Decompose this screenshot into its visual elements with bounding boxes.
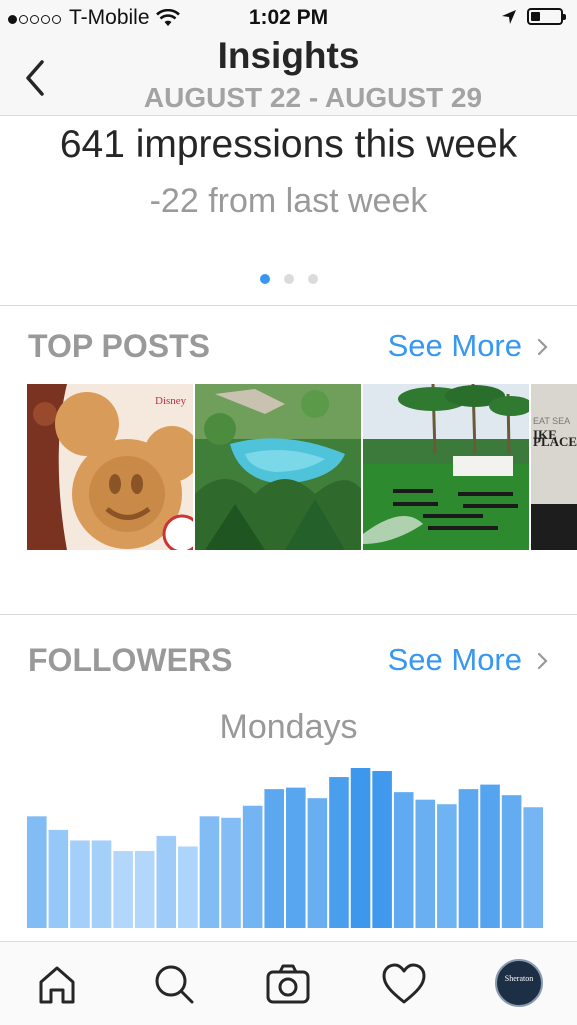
chart-bar[interactable] [178, 846, 198, 928]
chart-bar[interactable] [372, 771, 392, 928]
chart-bar[interactable] [199, 816, 220, 928]
chart-bar[interactable] [70, 840, 90, 928]
chart-bar[interactable] [156, 835, 177, 928]
chart-bar[interactable] [242, 805, 263, 928]
chart-bar[interactable] [286, 787, 306, 928]
garden-ceremony-photo-icon [363, 384, 529, 550]
location-arrow-icon [502, 9, 516, 24]
chart-bar[interactable] [134, 851, 155, 928]
profile-avatar[interactable]: Sheraton [495, 959, 543, 1007]
chart-bar[interactable] [221, 817, 241, 928]
camera-icon[interactable] [264, 960, 312, 1008]
chart-day-label: Mondays [219, 708, 358, 746]
chart-bar[interactable] [458, 789, 479, 928]
resort-pool-photo-icon [195, 384, 361, 550]
tab-bar: Sheraton [0, 941, 577, 1025]
chevron-right-icon[interactable] [535, 335, 551, 359]
top-post-sign[interactable]: EAT SEA IKE PLACE [531, 384, 577, 550]
page-title: Insights [217, 35, 360, 76]
top-post-pool[interactable] [195, 384, 361, 550]
top-post-ceremony[interactable] [363, 384, 529, 550]
battery-icon [527, 8, 566, 25]
chart-bar[interactable] [350, 768, 371, 928]
page-dot[interactable] [283, 274, 294, 284]
followers-title: FOLLOWERS [28, 642, 233, 678]
sign-caption-top: EAT SEA [533, 416, 570, 426]
sign-caption-bot: PLACE [533, 434, 577, 449]
chart-bar[interactable] [91, 840, 112, 928]
chart-bar[interactable] [307, 798, 328, 928]
home-icon[interactable] [33, 960, 81, 1008]
chart-bar[interactable] [501, 795, 522, 928]
status-bar: T-Mobile 1:02 PM [0, 0, 577, 38]
chart-bar[interactable] [415, 799, 436, 928]
date-range: AUGUST 22 - AUGUST 29 [143, 82, 483, 113]
divider [0, 614, 577, 615]
chart-bar[interactable] [393, 792, 414, 928]
divider [0, 305, 577, 306]
chart-bar[interactable] [48, 829, 69, 928]
nav-header: Insights AUGUST 22 - AUGUST 29 [0, 35, 577, 116]
chart-bar[interactable] [113, 851, 133, 928]
avatar-label: Sheraton [504, 974, 534, 983]
followers-bar-chart[interactable] [0, 760, 577, 930]
chart-bar[interactable] [27, 816, 47, 928]
search-icon[interactable] [150, 960, 198, 1008]
chart-bar[interactable] [523, 807, 543, 928]
heart-icon[interactable] [380, 960, 428, 1008]
sign-photo-icon: EAT SEA IKE PLACE [531, 384, 577, 550]
chart-bar[interactable] [329, 777, 349, 928]
mickey-waffle-photo-icon: Disney [27, 384, 193, 550]
chevron-right-icon[interactable] [535, 649, 551, 673]
impressions-headline: 641 impressions this week [59, 123, 518, 166]
page-indicator[interactable] [0, 274, 577, 284]
top-posts-see-more-button[interactable]: See More [388, 328, 522, 364]
status-right [501, 8, 566, 25]
chart-bar[interactable] [480, 784, 500, 928]
impressions-delta: -22 from last week [149, 182, 428, 220]
chart-bar[interactable] [264, 789, 284, 928]
page-dot[interactable] [259, 274, 270, 284]
top-posts-title: TOP POSTS [28, 328, 210, 364]
followers-see-more-button[interactable]: See More [388, 642, 522, 678]
top-post-waffle[interactable]: Disney [27, 384, 193, 550]
chart-bar[interactable] [437, 804, 457, 928]
page-dot[interactable] [307, 274, 318, 284]
status-time: 1:02 PM [248, 6, 329, 29]
waffle-caption: Disney [155, 395, 187, 407]
